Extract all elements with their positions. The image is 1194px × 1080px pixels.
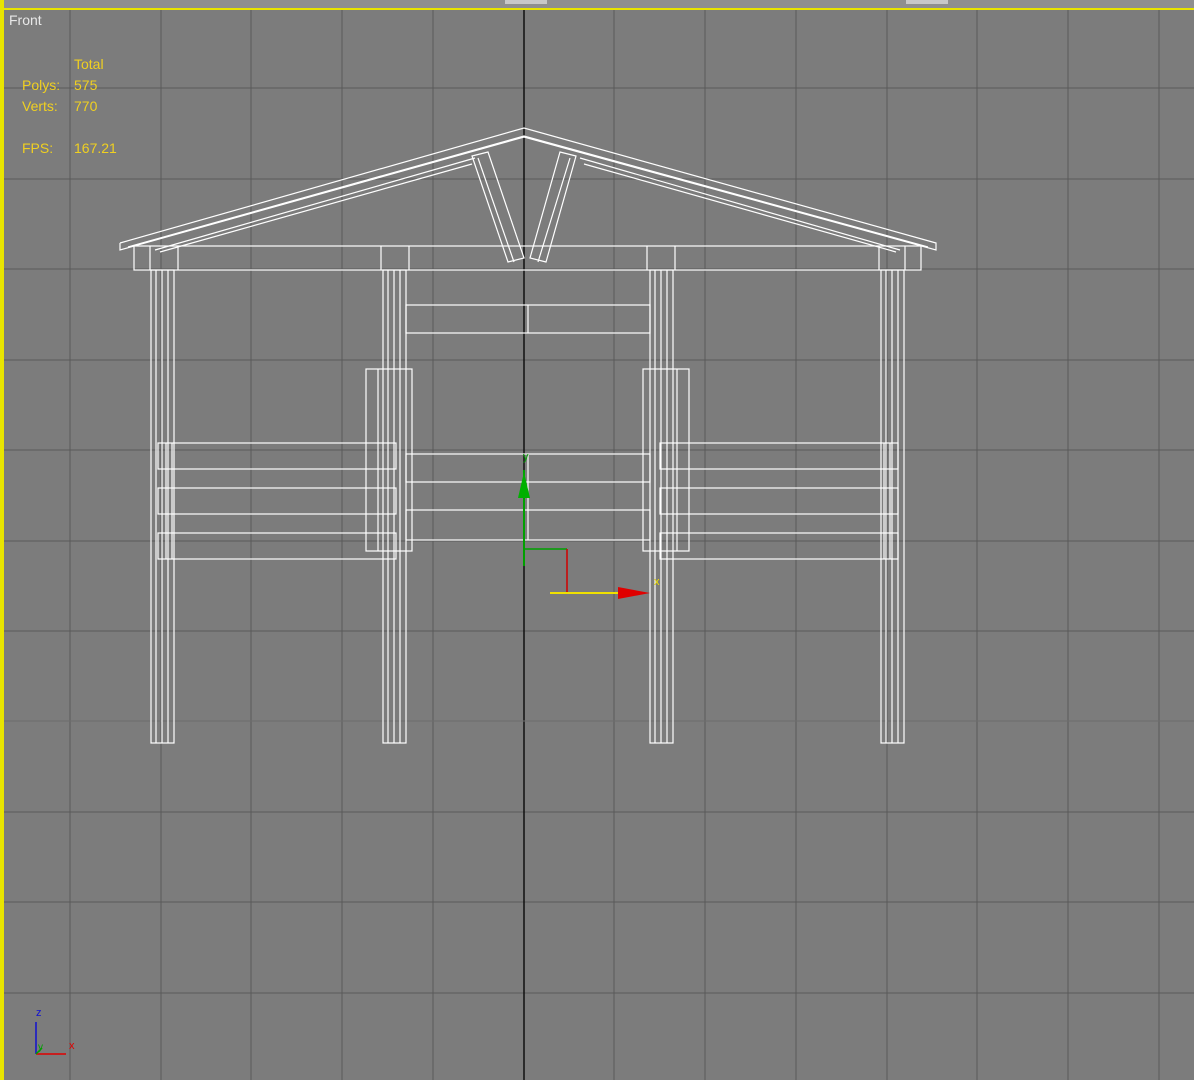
scroll-thumb[interactable] [906,0,948,4]
fps-label: FPS: [22,140,54,156]
verts-label: Verts: [22,98,58,114]
front-viewport[interactable]: x y Front Total Polys: 575 Verts: 770 FPS:… [0,0,1194,1080]
gizmo-x-label: x [654,576,660,588]
gazebo-wireframe [119,127,937,744]
transform-gizmo[interactable]: x y [518,451,660,599]
gizmo-x-arrow [618,587,650,599]
polys-value: 575 [74,77,98,93]
viewport-top-border [0,0,1194,10]
grid-lines [0,10,1194,1080]
fps-value: 167.21 [74,140,117,156]
scroll-thumb[interactable] [505,0,547,4]
viewport-statistics: Total Polys: 575 Verts: 770 FPS: 167.21 [22,54,117,159]
railing-right [659,442,899,560]
axis-tripod-icon: z y x [35,1007,75,1055]
top-beam [133,245,922,271]
tripod-x-label: x [69,1040,75,1052]
active-viewport-border [0,0,4,1080]
tripod-z-label: z [36,1007,42,1019]
viewport-grid: x y [0,10,1194,1080]
stats-header: Total [74,56,104,72]
tripod-y-label: y [38,1042,43,1053]
polys-label: Polys: [22,77,61,93]
roof [119,127,937,253]
verts-value: 770 [74,98,98,114]
viewport-label[interactable]: Front [9,12,42,28]
gizmo-y-label: y [523,451,529,463]
railing-left [157,442,397,560]
upper-panel [405,304,651,334]
